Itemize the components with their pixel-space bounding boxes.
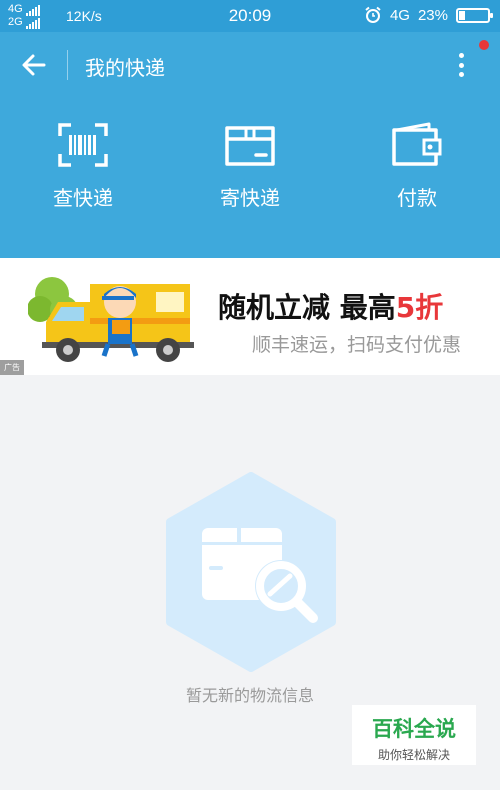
battery-icon	[456, 7, 493, 23]
send-package-button[interactable]: 寄快递	[190, 122, 310, 232]
ad-banner[interactable]: 随机立减 最高5折 顺丰速运，扫码支付优惠 广告	[0, 258, 500, 375]
payment-button[interactable]: 付款	[357, 122, 477, 232]
page-title: 我的快递	[85, 56, 165, 80]
battery-percent: 23%	[417, 6, 448, 24]
back-arrow-icon[interactable]	[18, 49, 50, 81]
ad-subtitle: 顺丰速运，扫码支付优惠	[252, 334, 462, 356]
package-search-icon	[166, 472, 336, 672]
status-right: 4G 23%	[364, 6, 493, 24]
send-package-label: 寄快递	[220, 186, 280, 210]
status-bar: 4G 2G 12K/s 20:09 4G 23%	[0, 0, 500, 32]
track-package-label: 查快递	[53, 186, 113, 210]
ad-headline-main: 随机立减 最高	[218, 291, 396, 324]
box-icon	[225, 126, 275, 166]
more-menu-icon[interactable]	[450, 49, 472, 81]
barcode-scan-icon	[58, 123, 108, 167]
empty-message: 暂无新的物流信息	[185, 686, 314, 705]
network-label-right: 4G	[389, 6, 410, 24]
ad-headline-highlight: 5折	[395, 291, 444, 324]
track-package-button[interactable]: 查快递	[23, 122, 143, 232]
watermark-title: 百科全说	[372, 717, 456, 741]
quick-actions: 查快递 寄快递 付款	[0, 122, 500, 232]
header: 我的快递 查快递 寄快递 付款	[0, 32, 500, 258]
alarm-icon	[365, 6, 381, 23]
delivery-truck-illustration	[28, 277, 194, 362]
ad-tag: 广告	[0, 360, 24, 375]
wallet-icon	[392, 122, 442, 166]
ad-headline: 随机立减 最高5折	[218, 286, 443, 326]
topbar-divider	[67, 50, 68, 80]
watermark-subtitle: 助你轻松解决	[377, 748, 450, 762]
notification-dot	[479, 40, 489, 50]
top-bar: 我的快递	[0, 32, 500, 98]
watermark-logo: 百科全说 助你轻松解决	[352, 705, 476, 765]
payment-label: 付款	[397, 186, 437, 210]
